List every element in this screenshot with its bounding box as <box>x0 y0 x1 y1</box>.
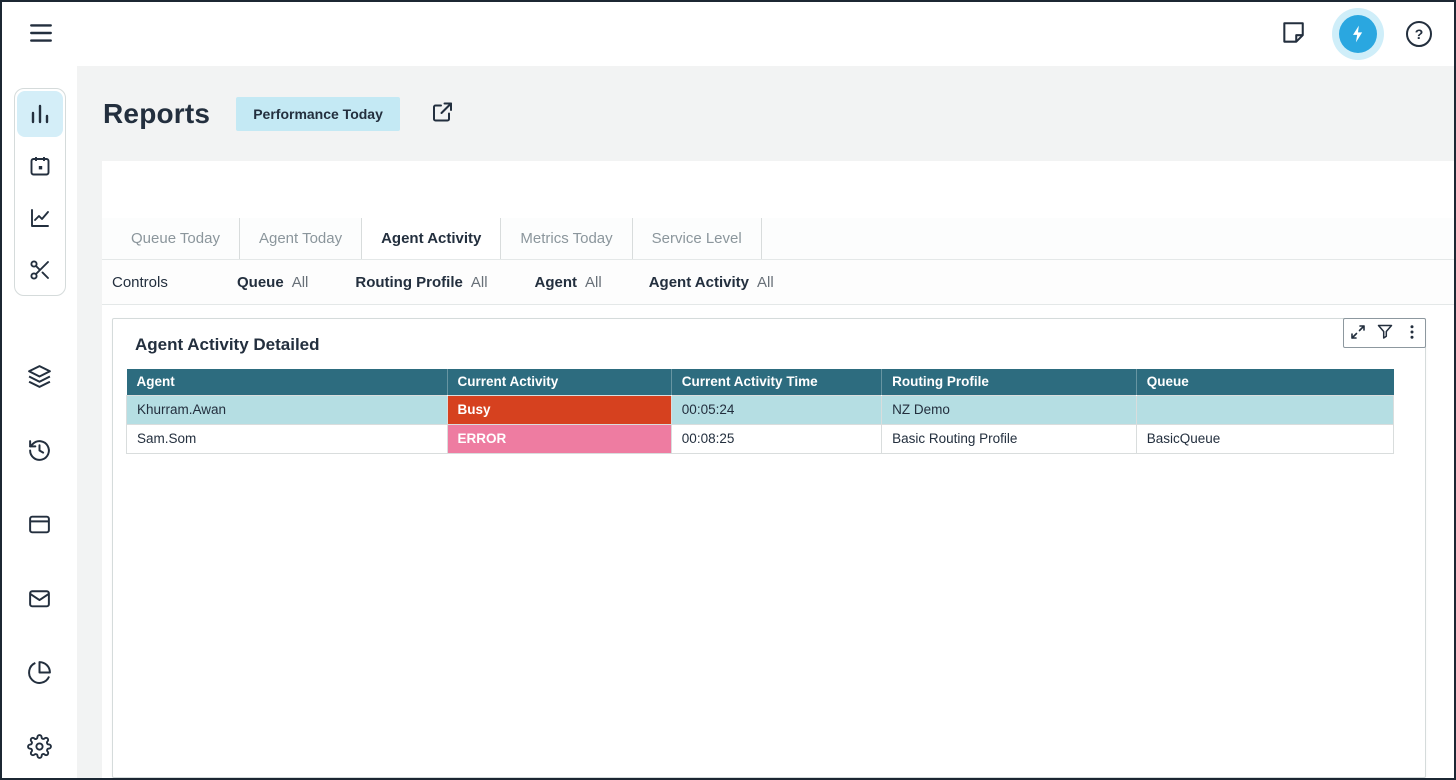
filter-agent-activity-label: Agent Activity <box>649 274 749 291</box>
col-header-current-activity-time: Current Activity Time <box>671 369 881 395</box>
cell-agent: Sam.Som <box>127 424 448 453</box>
cell-routing-profile: NZ Demo <box>882 395 1137 424</box>
sidebar-item-historical-metrics[interactable] <box>17 195 63 241</box>
tab-service-level[interactable]: Service Level <box>633 218 762 259</box>
sidebar-item-analytics[interactable] <box>17 650 63 694</box>
quick-actions-button[interactable] <box>1332 8 1384 60</box>
page-title: Reports <box>103 98 210 130</box>
mail-icon <box>27 586 52 611</box>
col-header-current-activity: Current Activity <box>447 369 671 395</box>
sidebar-item-reports[interactable] <box>17 91 63 137</box>
top-bar: ? <box>2 2 1454 66</box>
content-area: Reports Performance Today Queue Today Ag… <box>77 66 1454 778</box>
col-header-queue: Queue <box>1136 369 1393 395</box>
sidebar-item-calendar[interactable] <box>17 143 63 189</box>
table-header-row: Agent Current Activity Current Activity … <box>127 369 1394 395</box>
controls-bar: Controls Queue All Routing Profile All A… <box>102 260 1454 305</box>
filter-queue[interactable]: Queue All <box>237 274 308 291</box>
sidebar-lower-nav <box>17 354 63 768</box>
history-clock-icon <box>27 438 52 463</box>
kebab-menu-icon <box>1404 324 1420 343</box>
controls-label: Controls <box>112 274 237 291</box>
tab-metrics-today[interactable]: Metrics Today <box>501 218 632 259</box>
main-shell: Reports Performance Today Queue Today Ag… <box>2 66 1454 778</box>
table-row: Khurram.Awan Busy 00:05:24 NZ Demo <box>127 395 1394 424</box>
cell-current-activity: Busy <box>447 395 671 424</box>
open-external-button[interactable] <box>426 96 458 131</box>
sidebar-item-workspace[interactable] <box>17 502 63 546</box>
topbar-right-icons: ? <box>1276 8 1432 60</box>
hamburger-menu-button[interactable] <box>24 16 58 53</box>
question-mark-icon: ? <box>1415 26 1424 42</box>
feedback-note-button[interactable] <box>1276 16 1310 53</box>
bar-chart-icon <box>28 102 52 126</box>
filter-agent-activity[interactable]: Agent Activity All <box>649 274 774 291</box>
card-title: Agent Activity Detailed <box>113 319 1425 367</box>
calendar-icon <box>28 154 52 178</box>
filter-agent[interactable]: Agent All <box>535 274 602 291</box>
tab-agent-today[interactable]: Agent Today <box>240 218 362 259</box>
note-icon <box>1280 20 1306 49</box>
filter-queue-value: All <box>292 274 309 291</box>
external-link-icon <box>430 100 454 127</box>
lightning-bolt-icon <box>1339 15 1377 53</box>
col-header-agent: Agent <box>127 369 448 395</box>
funnel-icon <box>1377 324 1393 343</box>
col-header-routing-profile: Routing Profile <box>882 369 1137 395</box>
filter-agent-value: All <box>585 274 602 291</box>
performance-today-badge[interactable]: Performance Today <box>236 97 400 131</box>
help-button[interactable]: ? <box>1406 21 1432 47</box>
sidebar-item-mail[interactable] <box>17 576 63 620</box>
filter-routing-profile-label: Routing Profile <box>355 274 463 291</box>
analytics-nav-group <box>14 88 66 296</box>
agent-activity-table: Agent Current Activity Current Activity … <box>126 369 1394 454</box>
app-window: ? <box>0 0 1456 780</box>
scissors-icon <box>28 258 52 282</box>
sidebar-item-contact-history[interactable] <box>17 428 63 472</box>
pie-chart-icon <box>27 660 52 685</box>
report-panel: Queue Today Agent Today Agent Activity M… <box>102 161 1454 778</box>
filter-button[interactable] <box>1371 319 1398 347</box>
cell-current-activity: ERROR <box>447 424 671 453</box>
cell-activity-time: 00:08:25 <box>671 424 881 453</box>
sidebar-item-settings[interactable] <box>17 724 63 768</box>
report-tabs: Queue Today Agent Today Agent Activity M… <box>102 218 1454 260</box>
more-options-button[interactable] <box>1398 319 1425 347</box>
expand-button[interactable] <box>1344 319 1371 347</box>
hamburger-icon <box>28 20 54 49</box>
sidebar-item-forecasting[interactable] <box>17 247 63 293</box>
filter-agent-activity-value: All <box>757 274 774 291</box>
filter-routing-profile[interactable]: Routing Profile All <box>355 274 487 291</box>
filter-routing-profile-value: All <box>471 274 488 291</box>
gear-icon <box>27 734 52 759</box>
tab-agent-activity[interactable]: Agent Activity <box>362 218 501 259</box>
cell-agent: Khurram.Awan <box>127 395 448 424</box>
card-toolbar <box>1343 318 1426 348</box>
agent-activity-card: Agent Activity Detailed Agent Current Ac… <box>112 318 1426 778</box>
window-icon <box>27 512 52 537</box>
filter-agent-label: Agent <box>535 274 578 291</box>
filter-queue-label: Queue <box>237 274 284 291</box>
tab-queue-today[interactable]: Queue Today <box>112 218 240 259</box>
cell-queue: BasicQueue <box>1136 424 1393 453</box>
layers-icon <box>27 364 52 389</box>
cell-routing-profile: Basic Routing Profile <box>882 424 1137 453</box>
cell-queue <box>1136 395 1393 424</box>
line-chart-icon <box>28 206 52 230</box>
sidebar-item-queues[interactable] <box>17 354 63 398</box>
table-row: Sam.Som ERROR 00:08:25 Basic Routing Pro… <box>127 424 1394 453</box>
expand-icon <box>1350 324 1366 343</box>
page-header: Reports Performance Today <box>77 66 1454 161</box>
cell-activity-time: 00:05:24 <box>671 395 881 424</box>
left-sidebar <box>2 66 77 778</box>
